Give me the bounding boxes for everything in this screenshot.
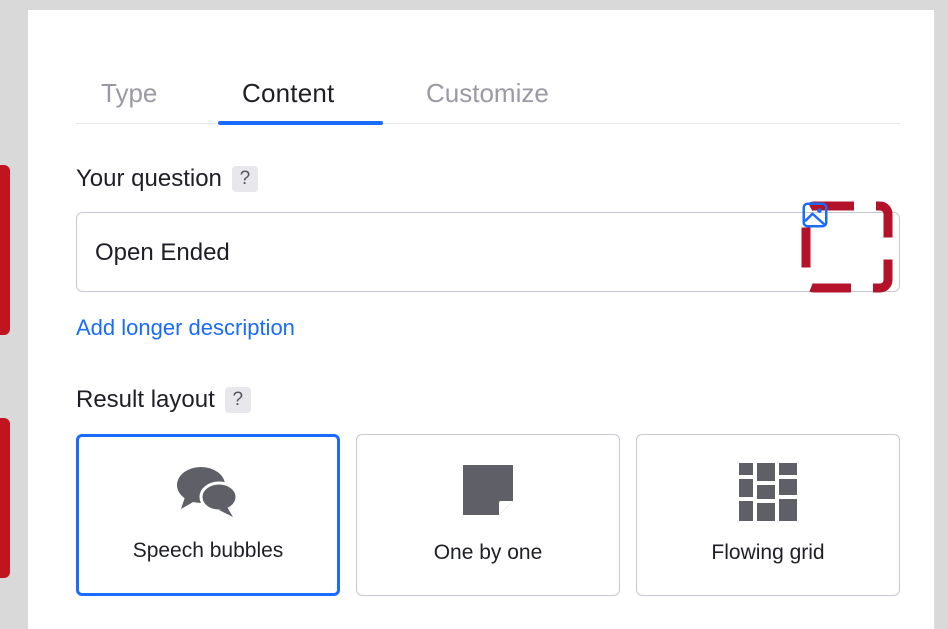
red-marker [0,165,10,335]
tab-content[interactable]: Content [242,78,334,109]
tab-bar: Type Content Customize [76,72,900,125]
question-help-icon[interactable]: ? [231,166,258,192]
layout-option-speech-bubbles[interactable]: Speech bubbles [76,434,340,596]
right-gutter [934,0,948,629]
active-tab-indicator [218,121,383,125]
tab-customize[interactable]: Customize [426,78,549,109]
tab-type[interactable]: Type [101,78,157,109]
question-label-text: Your question [76,165,222,192]
left-gutter [0,0,28,629]
question-input-value: Open Ended [95,239,230,266]
add-description-link[interactable]: Add longer description [76,315,295,341]
speech-bubbles-icon [177,467,239,517]
result-layout-label-text: Result layout [76,386,215,413]
sticky-note-icon [463,465,513,515]
result-layout-help-icon[interactable]: ? [224,387,251,413]
red-marker [0,418,10,578]
result-layout-label: Result layout? [76,386,251,414]
content-panel: Type Content Customize Your question? Op… [28,10,934,629]
layout-option-label: Flowing grid [711,541,825,564]
layout-option-label: One by one [433,541,543,564]
question-input[interactable]: Open Ended [76,212,900,292]
layout-option-one-by-one[interactable]: One by one [356,434,620,596]
layout-option-label: Speech bubbles [132,539,284,562]
image-icon [802,202,828,228]
layout-option-flowing-grid[interactable]: Flowing grid [636,434,900,596]
grid-icon [739,463,797,521]
add-image-button[interactable] [800,200,894,294]
question-label: Your question? [76,165,258,193]
